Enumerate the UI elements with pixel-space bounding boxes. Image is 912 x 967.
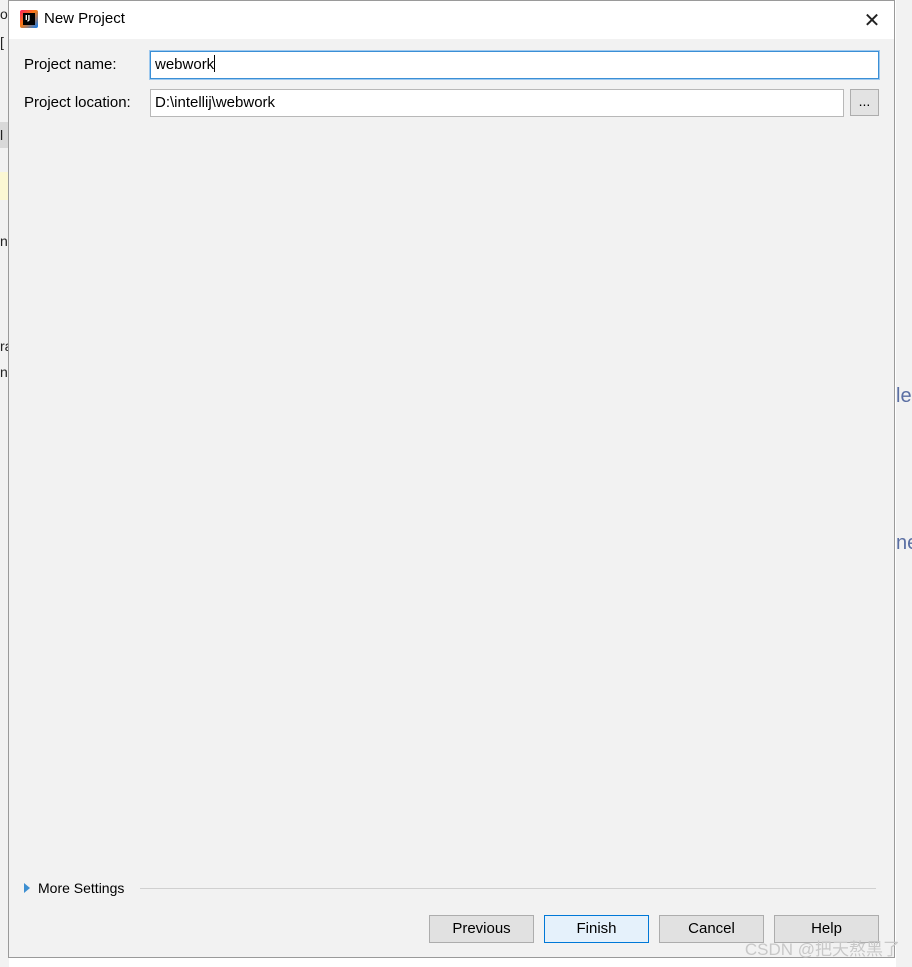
triangle-right-icon [24, 883, 30, 893]
more-settings-toggle[interactable]: More Settings [24, 880, 124, 896]
project-location-label: Project location: [24, 94, 131, 111]
close-button[interactable]: ✕ [852, 1, 892, 39]
project-name-input[interactable]: webwork [150, 51, 879, 79]
text-caret [214, 55, 216, 72]
finish-button[interactable]: Finish [544, 915, 649, 943]
previous-button[interactable]: Previous [429, 915, 534, 943]
project-location-value: D:\intellij\webwork [155, 94, 276, 111]
project-name-value: webwork [155, 56, 215, 73]
background-fragment: le [896, 385, 912, 407]
background-ide-right-edge: le ne [896, 0, 912, 967]
more-settings-label: More Settings [38, 880, 125, 896]
more-settings-divider [140, 888, 876, 889]
background-fragment: [ [0, 34, 4, 50]
new-project-dialog: IJ New Project ✕ Project name: webwork P… [8, 0, 895, 958]
watermark: CSDN @把天熬黑了 [744, 940, 900, 959]
project-location-input[interactable]: D:\intellij\webwork [150, 89, 844, 117]
project-name-label: Project name: [24, 56, 117, 73]
background-fragment: o [0, 6, 8, 22]
intellij-idea-icon: IJ [20, 10, 38, 28]
background-fragment: l [0, 127, 4, 143]
background-highlight [0, 172, 8, 200]
dialog-title: New Project [44, 10, 125, 27]
background-fragment: ne [896, 532, 912, 554]
dialog-titlebar[interactable]: IJ New Project ✕ [9, 1, 894, 39]
browse-button[interactable]: ... [850, 89, 879, 116]
